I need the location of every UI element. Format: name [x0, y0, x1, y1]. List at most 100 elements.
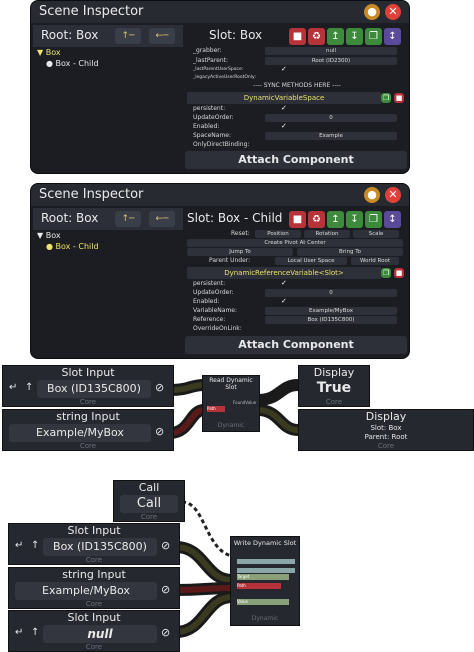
field-value[interactable]: null [265, 47, 397, 55]
reset-scale-button[interactable]: Scale [353, 230, 399, 238]
tree-item-box-child[interactable]: ● Box - Child [37, 58, 99, 69]
duplicate-destroy-icon[interactable]: ♻ [308, 211, 325, 228]
attach-component-button[interactable]: Attach Component [185, 151, 407, 169]
reset-position-button[interactable]: Position [255, 230, 301, 238]
null-icon[interactable]: ⊘ [161, 626, 170, 639]
slot-input-node-2[interactable]: Slot Input ↵ ↑ Box (ID135C800) ⊘ Core [8, 523, 180, 565]
string-input-node-2[interactable]: string Input Example/MyBox ⊘ Core [8, 567, 180, 609]
call-button[interactable]: Call [120, 495, 178, 513]
jump-icon[interactable]: ↵ [15, 627, 23, 638]
slot-value-field[interactable]: Box (ID135C800) [37, 380, 151, 398]
hierarchy-header: Root: Box ↑─ ←─ [33, 25, 183, 47]
add-child-icon[interactable]: ↧ [346, 211, 363, 228]
checkbox[interactable]: ✓ [281, 123, 288, 130]
tree-item-box[interactable]: ▼ Box [37, 230, 99, 241]
slot-value-field[interactable]: Box (ID135C800) [43, 538, 157, 556]
jump-to-button[interactable]: Jump To [187, 248, 293, 256]
component-header[interactable]: DynamicReferenceVariable<Slot> [187, 267, 381, 279]
root-set-button[interactable]: ←─ [149, 28, 175, 44]
field-value[interactable]: 0 [265, 289, 397, 297]
field-value[interactable]: Box (ID135C800) [265, 316, 397, 324]
jump-bring-row: Jump To Bring To [187, 247, 407, 256]
string-input-node[interactable]: string Input Example/MyBox ⊘ Core [2, 409, 174, 451]
checkbox[interactable]: ✓ [281, 105, 288, 112]
create-pivot-button[interactable]: Create Pivot At Center [187, 239, 403, 247]
call-node[interactable]: Call Call Core [113, 480, 185, 522]
close-icon[interactable]: ✕ [385, 187, 401, 203]
checkbox[interactable]: ✓ [281, 298, 288, 305]
world-root-button[interactable]: World Root [351, 257, 399, 265]
core-label: Core [140, 513, 158, 521]
move-icon[interactable]: ↕ [384, 211, 401, 228]
attach-component-button[interactable]: Attach Component [185, 336, 407, 354]
read-dynamic-slot-node[interactable]: Read Dynamic Slot FoundValue Path Dynami… [202, 375, 260, 432]
up-icon[interactable]: ↑ [31, 540, 39, 551]
slot-label: Slot: Box - Child [187, 211, 283, 225]
comp-field-enabled: Enabled: ✓ [193, 122, 288, 131]
inspector-titlebar[interactable]: Scene Inspector ● ✕ [31, 184, 409, 206]
checkbox[interactable] [281, 141, 288, 148]
node-title: Display [313, 366, 355, 379]
comp-field-onlydirectbinding: OnlyDirectBinding: [187, 140, 407, 149]
root-up-button[interactable]: ↑─ [115, 28, 141, 44]
pin-icon[interactable]: ● [364, 4, 380, 20]
component-remove-icon[interactable]: ■ [394, 268, 404, 278]
core-label: Core [377, 442, 395, 450]
field-value[interactable]: 0 [265, 114, 397, 122]
field-value[interactable]: Example [265, 132, 397, 140]
root-set-button[interactable]: ←─ [149, 211, 175, 227]
core-label: Core [79, 398, 97, 406]
null-icon[interactable]: ⊘ [161, 539, 170, 552]
hierarchy-header: Root: Box ↑─ ←─ [33, 208, 183, 230]
duplicate-destroy-icon[interactable]: ♻ [308, 28, 325, 45]
up-icon[interactable]: ↑ [25, 382, 33, 393]
insert-parent-icon[interactable]: ↥ [327, 211, 344, 228]
duplicate-icon[interactable]: ❐ [365, 28, 382, 45]
close-icon[interactable]: ✕ [385, 4, 401, 20]
destroy-icon[interactable]: ■ [289, 211, 306, 228]
null-icon[interactable]: ⊘ [155, 381, 164, 394]
hierarchy-tree: ▼ Box ● Box - Child [37, 47, 99, 69]
field-value[interactable]: Root (ID2300) [265, 57, 397, 65]
slot-input-node-3[interactable]: Slot Input ↵ ↑ null ⊘ Core [8, 610, 180, 652]
jump-icon[interactable]: ↵ [9, 382, 17, 393]
component-remove-icon[interactable]: ■ [394, 93, 404, 103]
jump-icon[interactable]: ↵ [15, 540, 23, 551]
node-title: Display [365, 410, 407, 423]
core-label: Core [325, 398, 343, 406]
tree-item-box-child[interactable]: ● Box - Child [37, 241, 99, 252]
component-duplicate-icon[interactable]: ❐ [381, 268, 391, 278]
component-header[interactable]: DynamicVariableSpace [187, 92, 381, 104]
duplicate-icon[interactable]: ❐ [365, 211, 382, 228]
slot-value-field[interactable]: null [43, 625, 157, 643]
bring-to-button[interactable]: Bring To [297, 248, 403, 256]
pin-icon[interactable]: ● [364, 187, 380, 203]
checkbox[interactable]: ✓ [281, 66, 288, 73]
up-icon[interactable]: ↑ [31, 627, 39, 638]
null-icon[interactable]: ⊘ [161, 583, 170, 596]
string-value-field[interactable]: Example/MyBox [9, 424, 151, 442]
write-dynamic-slot-node[interactable]: Write Dynamic Slot Target Path Value Dyn… [230, 536, 300, 626]
scene-inspector-1: Scene Inspector ● ✕ Root: Box ↑─ ←─ Slot… [30, 0, 410, 174]
slot-input-node[interactable]: Slot Input ↵ ↑ Box (ID135C800) ⊘ Core [2, 365, 174, 407]
tree-item-box[interactable]: ▼ Box [37, 47, 99, 58]
destroy-icon[interactable]: ■ [289, 28, 306, 45]
checkbox[interactable] [281, 74, 288, 81]
reset-rotation-button[interactable]: Rotation [304, 230, 350, 238]
checkbox[interactable]: ✓ [281, 280, 288, 287]
checkbox[interactable] [281, 325, 288, 332]
inspector-titlebar[interactable]: Scene Inspector ● ✕ [31, 1, 409, 23]
node-title: Slot Input [67, 524, 121, 537]
move-icon[interactable]: ↕ [384, 28, 401, 45]
comp-field-persistent: persistent: ✓ [193, 104, 288, 113]
flow-bar [237, 568, 295, 573]
field-value[interactable]: Example/MyBox [265, 307, 397, 315]
component-duplicate-icon[interactable]: ❐ [381, 93, 391, 103]
root-up-button[interactable]: ↑─ [115, 211, 141, 227]
string-value-field[interactable]: Example/MyBox [15, 582, 157, 600]
parent-under-row: Parent Under: Local User Space World Roo… [187, 256, 407, 265]
insert-parent-icon[interactable]: ↥ [327, 28, 344, 45]
local-user-space-button[interactable]: Local User Space [275, 257, 347, 265]
add-child-icon[interactable]: ↧ [346, 28, 363, 45]
null-icon[interactable]: ⊘ [155, 425, 164, 438]
